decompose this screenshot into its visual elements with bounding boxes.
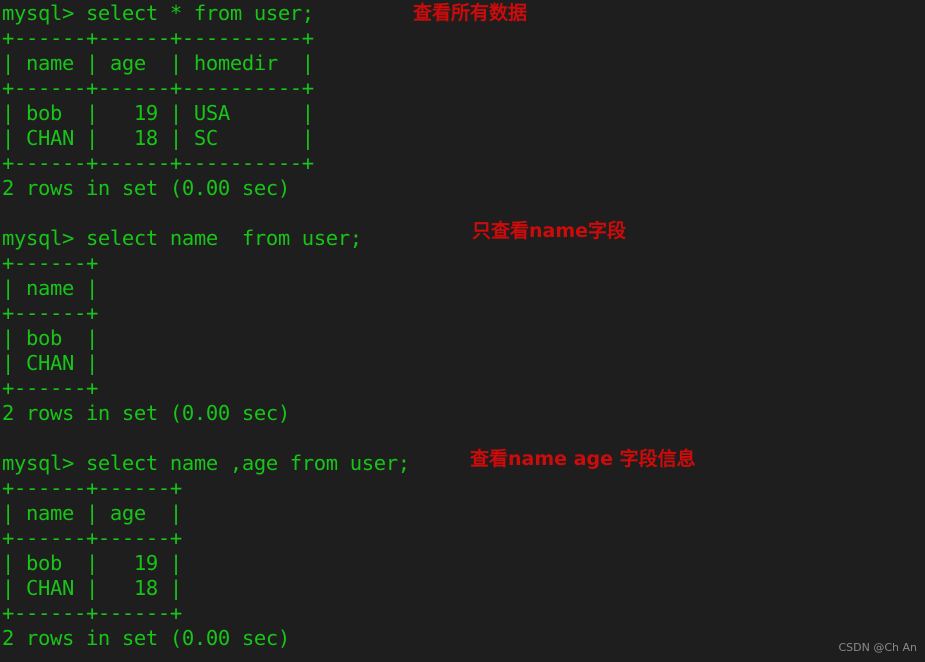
terminal-line-table-border: +------+------+ <box>2 526 182 550</box>
terminal-line-table-border: +------+ <box>2 251 98 275</box>
terminal-line-table-border: +------+ <box>2 376 98 400</box>
terminal-line-result-status: 2 rows in set (0.00 sec) <box>2 176 290 200</box>
terminal-line-table-border: +------+------+ <box>2 476 182 500</box>
annotation-view-all-data: 查看所有数据 <box>413 2 528 24</box>
watermark: CSDN @Ch An <box>838 641 917 654</box>
annotation-view-name-age-fields: 查看name age 字段信息 <box>470 448 696 470</box>
terminal-line-table-row: | bob | 19 | <box>2 551 182 575</box>
terminal-line-prompt-command: mysql> select name from user; <box>2 226 362 250</box>
terminal-line-result-status: 2 rows in set (0.00 sec) <box>2 626 290 650</box>
terminal-line-table-row: | CHAN | <box>2 351 98 375</box>
annotation-view-name-field: 只查看name字段 <box>472 220 627 242</box>
terminal-line-table-row: | bob | 19 | USA | <box>2 101 314 125</box>
terminal-line-table-row: | CHAN | 18 | <box>2 576 182 600</box>
terminal-line-table-border: +------+ <box>2 301 98 325</box>
terminal-line-table-header: | name | age | homedir | <box>2 51 314 75</box>
terminal-line-table-row: | bob | <box>2 326 98 350</box>
terminal-output[interactable]: mysql> select * from user; +------+-----… <box>2 1 923 651</box>
terminal-window[interactable]: mysql> select * from user; +------+-----… <box>0 0 925 662</box>
terminal-line-table-header: | name | age | <box>2 501 182 525</box>
terminal-line-table-border: +------+------+----------+ <box>2 26 314 50</box>
terminal-line-result-status: 2 rows in set (0.00 sec) <box>2 401 290 425</box>
terminal-line-prompt-command: mysql> select name ,age from user; <box>2 451 410 475</box>
terminal-line-table-border: +------+------+----------+ <box>2 76 314 100</box>
terminal-line-table-header: | name | <box>2 276 98 300</box>
terminal-line-table-border: +------+------+ <box>2 601 182 625</box>
terminal-line-table-row: | CHAN | 18 | SC | <box>2 126 314 150</box>
terminal-line-table-border: +------+------+----------+ <box>2 151 314 175</box>
